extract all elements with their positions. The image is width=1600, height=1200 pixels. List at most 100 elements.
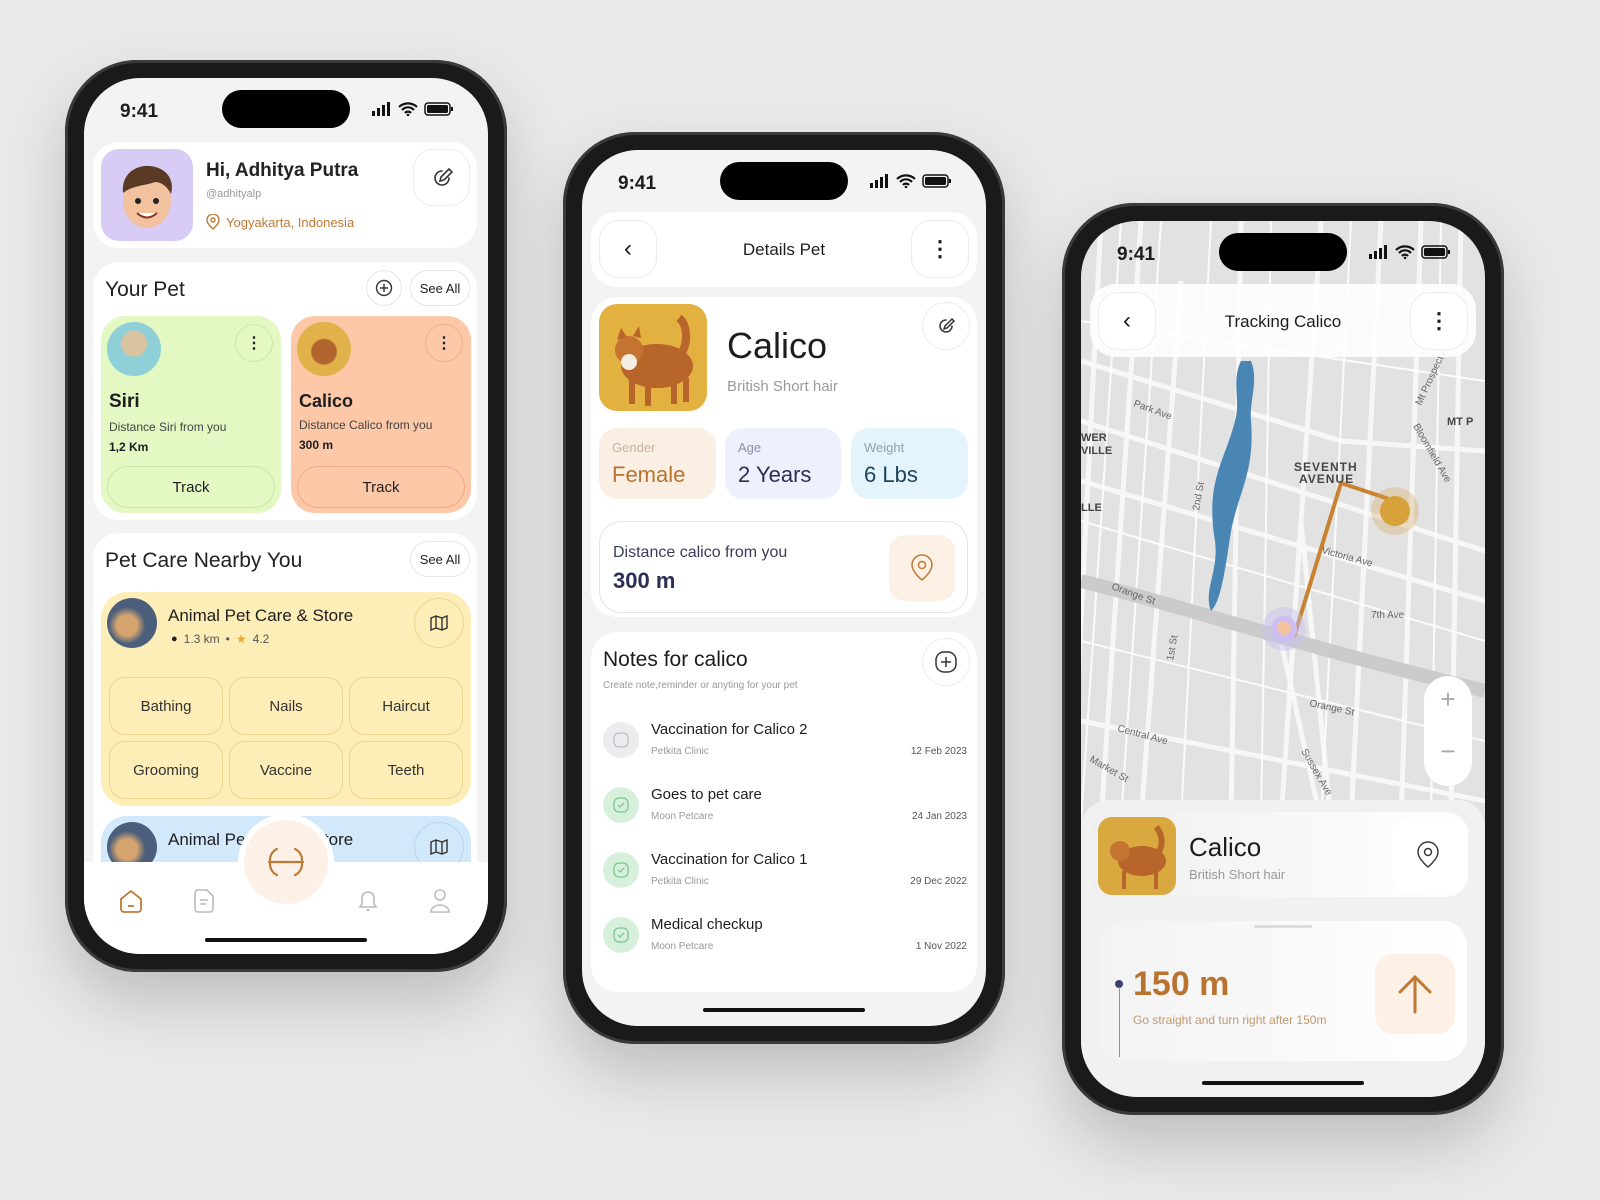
home-indicator — [703, 1008, 865, 1012]
home-indicator — [205, 938, 367, 942]
service-chip[interactable]: Bathing — [109, 677, 223, 735]
stat-value: 2 Years — [738, 462, 812, 487]
store-rating: 4.2 — [252, 632, 270, 646]
add-note-button[interactable] — [922, 638, 970, 686]
river — [1208, 361, 1255, 611]
pet-photo — [599, 304, 707, 411]
status-time: 9:41 — [618, 173, 657, 194]
distance-label: Distance calico from you — [613, 544, 788, 561]
battery-icon — [922, 174, 951, 188]
profile-icon[interactable] — [428, 888, 452, 914]
zoom-in-button[interactable]: + — [1424, 684, 1472, 715]
stat-label: Weight — [864, 440, 905, 455]
details-header: ‹ Details Pet ⋮ — [591, 212, 977, 287]
stat-weight: Weight 6 Lbs — [851, 428, 968, 499]
note-place: Moon Petcare — [651, 811, 714, 822]
edit-pet-button[interactable] — [922, 302, 970, 350]
nearby-title: Pet Care Nearby You — [105, 549, 303, 572]
distance-card: Distance calico from you 300 m — [599, 521, 968, 613]
direction-instruction: Go straight and turn right after 150m — [1133, 1013, 1327, 1027]
pin-icon: ● — [171, 633, 178, 645]
location-pin-icon — [1417, 841, 1439, 868]
map-label: VILLE — [1081, 445, 1112, 457]
more-icon[interactable]: ⋮ — [425, 324, 463, 362]
note-date: 12 Feb 2023 — [910, 746, 967, 757]
more-vertical-icon: ⋮ — [1428, 308, 1450, 333]
more-button[interactable]: ⋮ — [911, 220, 969, 278]
store-distance: 1.3 km — [183, 632, 220, 646]
zoom-out-button[interactable]: − — [1424, 736, 1472, 767]
service-chip[interactable]: Haircut — [349, 677, 463, 735]
phone-tracking: Park Ave SEVENTH AVENUE Orange St 7th Av… — [1062, 203, 1504, 1115]
pet-name: Calico — [1189, 832, 1262, 862]
check-icon — [613, 797, 629, 813]
drag-handle[interactable] — [1254, 925, 1312, 928]
map-label: Orange St — [1308, 698, 1355, 718]
wifi-icon — [896, 174, 916, 188]
pet-card-siri[interactable]: ⋮ Siri Distance Siri from you 1,2 Km Tra… — [101, 316, 281, 513]
more-button[interactable]: ⋮ — [1410, 292, 1468, 350]
direction-arrow-box — [1375, 954, 1455, 1034]
notes-title: Notes for calico — [603, 648, 748, 671]
home-screen: 9:41 Hi, Adhitya Putra @adhityalp Yogyak… — [84, 78, 488, 954]
track-button[interactable]: Track — [297, 466, 465, 508]
note-title: Vaccination for Calico 2 — [651, 721, 808, 738]
pet-card-calico[interactable]: ⋮ Calico Distance Calico from you 300 m … — [291, 316, 471, 513]
pet-name: Calico — [299, 391, 354, 411]
stat-value: 6 Lbs — [864, 462, 918, 487]
zoom-controls: + − — [1424, 676, 1472, 786]
bell-icon[interactable] — [356, 888, 380, 914]
location-pin-icon — [206, 214, 220, 230]
note-item[interactable]: Vaccination for Calico 1 Petkita Clinic … — [591, 842, 977, 898]
map-label: LLE — [1081, 502, 1102, 514]
note-checkbox[interactable] — [603, 917, 639, 953]
battery-icon — [1421, 245, 1450, 259]
pet-breed: British Short hair — [1189, 867, 1286, 882]
note-date: 24 Jan 2023 — [911, 811, 967, 822]
note-item[interactable]: Vaccination for Calico 2 Petkita Clinic … — [591, 712, 977, 768]
track-button[interactable]: Track — [107, 466, 275, 508]
note-checkbox[interactable] — [603, 852, 639, 888]
battery-icon — [424, 102, 453, 116]
service-chip[interactable]: Vaccine — [229, 741, 343, 799]
direction-card: 150 m Go straight and turn right after 1… — [1099, 921, 1467, 1061]
status-time: 9:41 — [120, 101, 159, 122]
check-icon — [613, 862, 629, 878]
note-place: Petkita Clinic — [651, 746, 709, 757]
see-all-nearby-button[interactable]: See All — [410, 541, 470, 577]
note-checkbox[interactable] — [603, 722, 639, 758]
pet-photo-siri — [107, 322, 161, 376]
home-icon[interactable] — [118, 888, 144, 914]
note-checkbox[interactable] — [603, 787, 639, 823]
document-icon[interactable] — [192, 888, 216, 914]
scan-icon — [267, 847, 305, 877]
note-item[interactable]: Medical checkup Moon Petcare 1 Nov 2022 — [591, 907, 977, 963]
arrow-up-icon — [1398, 974, 1432, 1014]
map-label: 2nd St — [1191, 481, 1207, 512]
store-map-button[interactable] — [414, 598, 464, 648]
wifi-icon — [398, 102, 418, 116]
see-all-pets-button[interactable]: See All — [410, 270, 470, 306]
distance-value: 300 m — [613, 568, 676, 593]
note-item[interactable]: Goes to pet care Moon Petcare 24 Jan 202… — [591, 777, 977, 833]
service-chip[interactable]: Grooming — [109, 741, 223, 799]
service-chip[interactable]: Teeth — [349, 741, 463, 799]
pet-location-marker[interactable] — [1380, 496, 1410, 526]
locate-pet-button[interactable] — [1391, 818, 1465, 892]
store-card[interactable]: Animal Pet Care & Store ● 1.3 km • ★ 4.2… — [101, 592, 471, 806]
edit-icon — [939, 317, 956, 333]
more-icon[interactable]: ⋮ — [235, 324, 273, 362]
add-pet-button[interactable] — [366, 270, 402, 306]
pet-breed: British Short hair — [727, 378, 838, 395]
status-icons — [372, 102, 454, 116]
edit-profile-button[interactable] — [413, 149, 470, 206]
locate-button[interactable] — [889, 535, 955, 601]
phone-details: 9:41 ‹ Details Pet ⋮ Calico British Shor… — [563, 132, 1005, 1044]
map-label: Park Ave — [1132, 398, 1174, 422]
pet-photo — [1098, 817, 1176, 895]
status-time: 9:41 — [1117, 244, 1156, 265]
checkbox-empty-icon — [613, 732, 629, 748]
direction-distance: 150 m — [1133, 965, 1230, 1003]
scan-button[interactable] — [244, 820, 328, 904]
service-chip[interactable]: Nails — [229, 677, 343, 735]
